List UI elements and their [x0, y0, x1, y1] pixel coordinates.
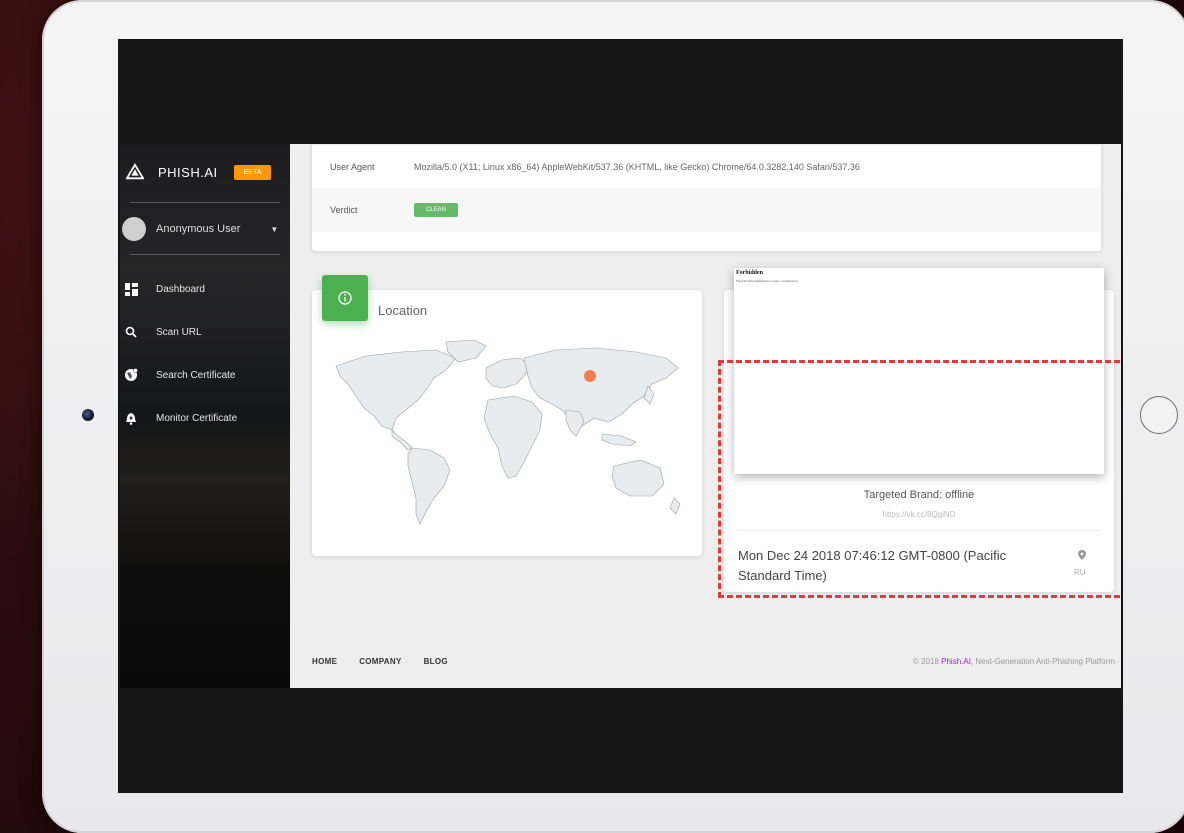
location-title: Location — [378, 303, 428, 318]
dashboard-icon — [124, 282, 138, 296]
info-icon — [322, 275, 368, 321]
logo-icon — [126, 163, 144, 180]
sidebar-item-label: Search Certificate — [156, 369, 236, 381]
caret-down-icon: ▼ — [270, 224, 279, 234]
copyright-suffix: , Next-Generation Anti-Phishing Platform — [970, 656, 1115, 666]
browser-viewport: PHISH.AI BETA Anonymous User ▼ Dashboard — [120, 144, 1121, 688]
sidebar-item-dashboard[interactable]: Dashboard — [120, 278, 290, 300]
sidebar-item-search-certificate[interactable]: Search Certificate — [120, 364, 290, 386]
footer: HOME COMPANY BLOG © 2018 Phish.AI, Next-… — [312, 654, 1121, 668]
sidebar-item-label: Monitor Certificate — [156, 412, 238, 424]
footer-link-home[interactable]: HOME — [312, 657, 337, 666]
sidebar: PHISH.AI BETA Anonymous User ▼ Dashboard — [120, 144, 290, 688]
search-icon — [124, 325, 138, 339]
copyright-brand-link[interactable]: Phish.AI — [941, 657, 971, 666]
verdict-badge: CLEAN — [414, 203, 459, 217]
sidebar-item-label: Dashboard — [156, 283, 205, 295]
user-agent-label: User Agent — [330, 162, 375, 172]
divider — [130, 254, 280, 255]
details-card: User Agent Mozilla/5.0 (X11; Linux x86_6… — [312, 144, 1101, 251]
camera-icon — [82, 409, 94, 421]
avatar — [122, 217, 146, 241]
copyright-prefix: © 2018 — [912, 656, 942, 666]
footer-link-company[interactable]: COMPANY — [359, 657, 401, 666]
footer-link-blog[interactable]: BLOG — [424, 657, 448, 666]
tablet-screen: PHISH.AI BETA Anonymous User ▼ Dashboard — [118, 39, 1123, 793]
sidebar-item-label: Scan URL — [156, 326, 202, 338]
sidebar-item-scan-url[interactable]: Scan URL — [120, 321, 290, 343]
home-button[interactable] — [1140, 396, 1178, 434]
beta-badge: BETA — [233, 164, 272, 180]
highlight-box — [718, 360, 1120, 598]
sidebar-nav: Dashboard Scan URL Search Certificate Mo… — [120, 278, 290, 450]
screenshot-title: Forbidden — [736, 270, 764, 276]
sidebar-item-monitor-certificate[interactable]: Monitor Certificate — [120, 407, 290, 429]
world-map[interactable] — [326, 338, 688, 533]
app-name: PHISH.AI — [158, 164, 218, 180]
screenshot-text: You don't have permission to access / on… — [736, 279, 799, 283]
user-agent-row: User Agent Mozilla/5.0 (X11; Linux x86_6… — [312, 144, 1101, 190]
verdict-label: Verdict — [330, 205, 358, 215]
user-name: Anonymous User — [156, 223, 241, 235]
location-card: Location — [312, 275, 702, 556]
copyright: © 2018 Phish.AI, Next-Generation Anti-Ph… — [913, 657, 1115, 666]
globe-icon — [124, 368, 138, 382]
location-marker — [584, 370, 596, 382]
user-agent-value: Mozilla/5.0 (X11; Linux x86_64) AppleWeb… — [414, 162, 860, 172]
brand[interactable]: PHISH.AI BETA — [126, 158, 286, 186]
verdict-row: Verdict CLEAN — [312, 188, 1101, 232]
divider — [130, 202, 280, 203]
user-menu[interactable]: Anonymous User ▼ — [120, 214, 290, 244]
bell-icon — [124, 411, 138, 425]
